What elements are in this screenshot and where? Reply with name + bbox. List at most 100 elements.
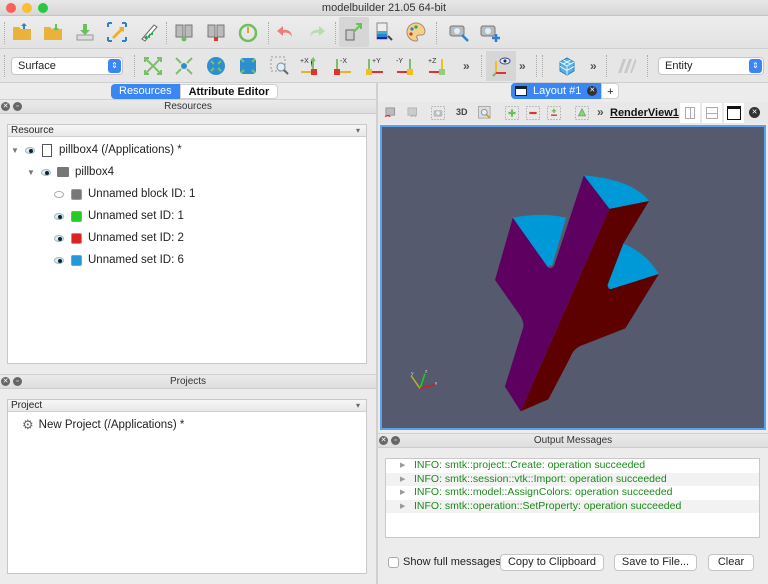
reset-camera-redo-icon[interactable] [403,102,423,124]
entity-select[interactable]: Entity ⇕ [658,57,764,75]
visibility-eye-icon[interactable] [41,168,51,176]
more-chevron-view-icon[interactable]: » [597,105,604,119]
show-full-messages-option[interactable]: Show full messages [388,556,501,568]
close-view-icon[interactable]: ✕ [749,107,760,118]
visibility-eye-icon[interactable] [54,256,64,264]
gears-icon: ⚙ [22,417,34,432]
render-view-name[interactable]: RenderView1 [610,107,679,119]
palette-icon[interactable] [404,20,428,44]
camera-add-icon[interactable] [478,20,502,44]
tree-row-set-1[interactable]: Unnamed set ID: 1 [54,207,184,225]
visibility-eye-icon[interactable] [54,212,64,220]
resource-column-header[interactable]: Resource ▾ [8,125,366,137]
maximize-view-button[interactable] [724,103,744,123]
float-panel-icon[interactable]: ▫ [13,377,22,386]
zoom-sphere-icon[interactable] [204,54,228,78]
expand-triangle-icon[interactable]: ▼ [27,168,37,177]
toggle-3d-button[interactable]: 3D [456,107,468,117]
color-map-icon[interactable] [372,20,396,44]
visibility-eye-icon[interactable] [54,234,64,242]
zoom-magnifier-icon[interactable] [475,102,495,124]
camera-minus-x-icon[interactable]: -X [330,54,354,78]
zoom-closest-icon[interactable] [172,54,196,78]
redo-icon[interactable] [305,20,329,44]
float-panel-icon[interactable]: ▫ [13,102,22,111]
close-panel-icon[interactable]: ✕ [1,102,10,111]
set-color-icon [71,232,82,244]
select-points-remove-icon[interactable] [523,102,543,124]
python-flask-icon[interactable] [137,20,161,44]
show-full-checkbox[interactable] [388,556,399,568]
camera-plus-x-icon[interactable]: +X [298,54,322,78]
grid-cube-icon[interactable] [555,54,579,78]
expand-triangle-icon[interactable]: ▶ [400,486,405,500]
tree-row-resource[interactable]: ▼ pillbox4 (/Applications) * [11,141,182,159]
render-view[interactable]: y z x [380,125,766,430]
more-chevron-icon[interactable]: » [463,59,470,73]
split-vertical-button[interactable] [702,103,722,123]
download-icon[interactable] [73,20,97,44]
zoom-to-data-icon[interactable] [141,54,165,78]
svg-text:+Z: +Z [428,58,437,65]
select-points-add-icon[interactable] [502,102,522,124]
output-messages-list[interactable]: ▶ INFO: smtk::project::Create: operation … [385,458,760,538]
expand-triangle-icon[interactable]: ▶ [400,500,405,514]
split-horizontal-button[interactable] [680,103,700,123]
close-panel-icon[interactable]: ✕ [1,377,10,386]
representation-value: Surface [18,60,56,72]
copy-to-clipboard-button[interactable]: Copy to Clipboard [500,554,604,571]
visibility-eye-icon[interactable] [25,146,35,154]
tab-resources[interactable]: Resources [111,84,180,99]
save-folder-icon[interactable] [41,20,65,44]
timer-icon[interactable] [236,20,260,44]
svg-text:-X: -X [340,58,347,65]
close-tab-icon[interactable]: ✕ [587,86,598,96]
project-column-header[interactable]: Project ▾ [8,400,366,412]
expand-triangle-icon[interactable]: ▶ [400,473,405,487]
close-panel-icon[interactable]: ✕ [379,436,388,445]
tree-row-block-1[interactable]: Unnamed block ID: 1 [54,185,195,203]
message-row[interactable]: ▶ INFO: smtk::model::AssignColors: operat… [386,486,759,500]
tree-row-set-6[interactable]: Unnamed set ID: 6 [54,251,184,269]
hidden-eye-icon[interactable] [54,190,64,198]
open-folder-icon[interactable] [10,20,34,44]
undo-icon[interactable] [273,20,297,44]
save-to-file-button[interactable]: Save to File... [614,554,697,571]
zoom-selection-icon[interactable] [268,54,292,78]
reset-camera-arrow-icon[interactable] [105,20,129,44]
message-row[interactable]: ▶ INFO: smtk::project::Create: operation … [386,459,759,473]
splitter[interactable] [376,83,378,584]
connect-server-icon[interactable] [172,20,196,44]
message-row[interactable]: ▶ INFO: smtk::operation::SetProperty: ope… [386,499,759,514]
tab-layout-1[interactable]: Layout #1 ✕ [511,83,602,99]
representation-select[interactable]: Surface ⇕ [11,57,123,75]
tree-row-label: Unnamed set ID: 2 [88,232,184,244]
expand-triangle-icon[interactable]: ▶ [400,459,405,473]
more-chevron-3-icon[interactable]: » [590,59,597,73]
render-scene: y z x [410,175,659,412]
capture-screenshot-icon[interactable] [428,102,448,124]
expand-triangle-icon[interactable]: ▼ [11,146,21,155]
clear-button[interactable]: Clear [708,554,754,571]
disconnect-server-icon[interactable] [204,20,228,44]
tree-row-model[interactable]: ▼ pillbox4 [27,163,114,181]
tree-row-set-2[interactable]: Unnamed set ID: 2 [54,229,184,247]
camera-minus-y-icon[interactable]: -Y [394,54,418,78]
tree-row-project[interactable]: ⚙ New Project (/Applications) * [22,416,184,434]
tab-attribute-editor[interactable]: Attribute Editor [179,84,279,99]
add-layout-button[interactable]: + [601,83,620,99]
select-points-toggle-icon[interactable] [544,102,564,124]
interaction-mode-icon[interactable] [339,17,369,47]
select-block-icon[interactable] [572,102,592,124]
camera-plus-z-icon[interactable]: +Z [426,54,450,78]
message-row[interactable]: ▶ INFO: smtk::session::vtk::Import: opera… [386,472,759,487]
orientation-axes-icon[interactable] [486,51,516,81]
float-panel-icon[interactable]: ▫ [391,436,400,445]
camera-plus-y-icon[interactable]: +Y [362,54,386,78]
message-text: INFO: smtk::session::vtk::Import: operat… [414,472,667,485]
reset-camera-undo-icon[interactable] [381,102,401,124]
z-axis [419,373,426,389]
more-chevron-2-icon[interactable]: » [519,59,526,73]
zoom-box-icon[interactable] [236,54,260,78]
camera-zoom-icon[interactable] [447,20,471,44]
